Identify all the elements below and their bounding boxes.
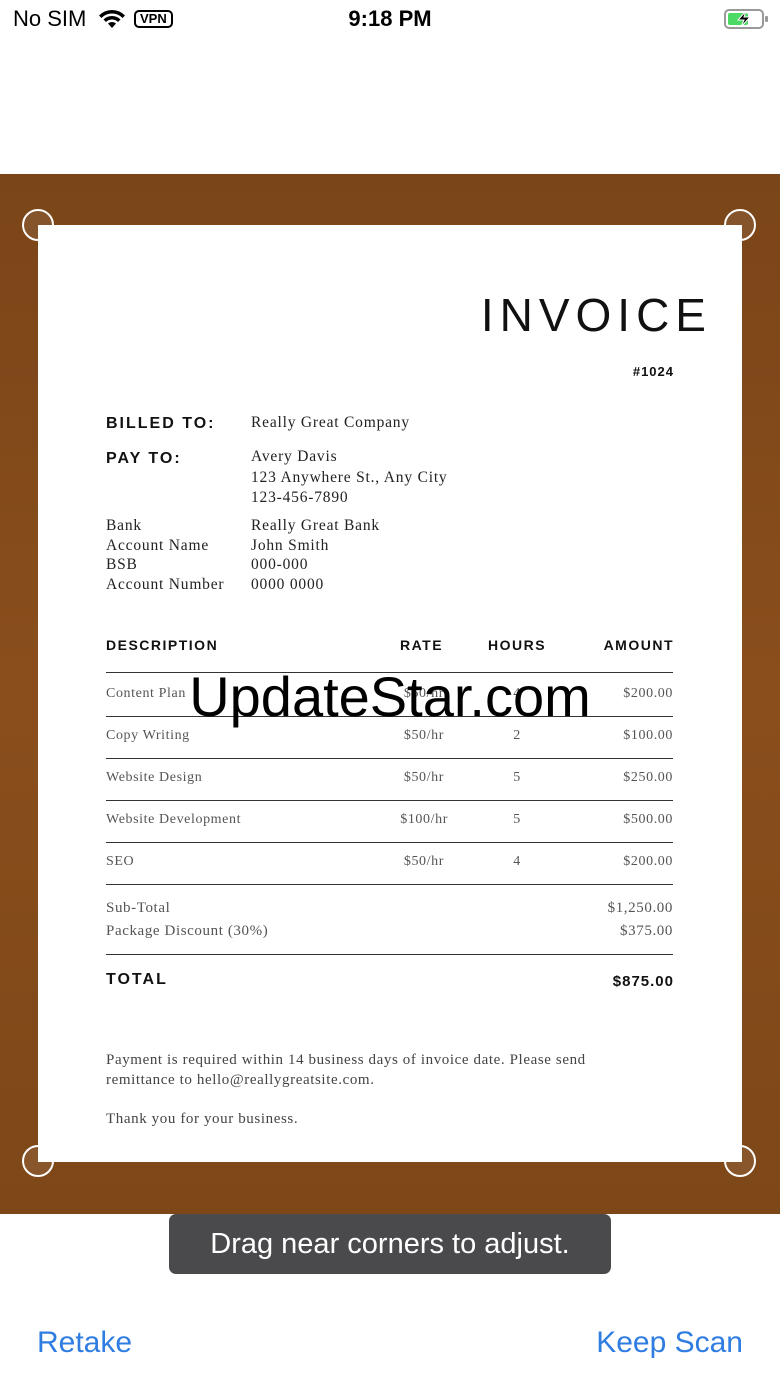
corner-handle-top-left[interactable]: [22, 209, 54, 241]
row-rate: $100/hr: [400, 812, 448, 827]
invoice-number: #1024: [632, 364, 674, 379]
row-hours: 2: [513, 728, 521, 743]
account-name-value: John Smith: [251, 537, 330, 554]
column-header-rate: RATE: [400, 637, 444, 653]
row-amount: $200.00: [623, 854, 673, 869]
payment-note-line1: Payment is required within 14 business d…: [106, 1052, 586, 1068]
row-rate: $50/hr: [403, 854, 444, 869]
row-description: Website Development: [106, 812, 242, 827]
column-header-amount: AMOUNT: [603, 637, 674, 653]
table-divider: [106, 758, 673, 759]
pay-to-phone: 123-456-7890: [251, 489, 349, 506]
row-amount: $500.00: [623, 812, 673, 827]
row-hours: 4: [513, 854, 521, 869]
status-time: 9:18 PM: [348, 6, 432, 31]
table-divider: [106, 842, 673, 843]
row-rate: $50/hr: [403, 728, 444, 743]
billed-to-label: BILLED TO:: [106, 415, 216, 432]
discount-value: $375.00: [620, 923, 673, 939]
table-divider: [106, 884, 673, 885]
battery-charging-icon: [724, 9, 768, 29]
subtotal-label: Sub-Total: [106, 900, 171, 916]
billed-to-value: Really Great Company: [251, 414, 410, 431]
adjust-hint-toast: Drag near corners to adjust.: [169, 1214, 611, 1274]
row-hours: 5: [513, 770, 521, 785]
bsb-label: BSB: [106, 556, 138, 573]
watermark: UpdateStar.com: [189, 665, 591, 728]
corner-handle-top-right[interactable]: [724, 209, 756, 241]
discount-label: Package Discount (30%): [106, 923, 269, 939]
retake-button[interactable]: Retake: [37, 1326, 132, 1360]
corner-handle-bottom-left[interactable]: [22, 1145, 54, 1177]
bank-value: Really Great Bank: [251, 517, 380, 534]
column-header-description: DESCRIPTION: [106, 637, 219, 653]
account-number-label: Account Number: [106, 576, 225, 593]
payment-note-line2: remittance to hello@reallygreatsite.com.: [106, 1072, 375, 1088]
pay-to-address: 123 Anywhere St., Any City: [251, 469, 448, 486]
account-number-value: 0000 0000: [251, 576, 325, 593]
account-name-label: Account Name: [106, 537, 209, 554]
row-amount: $100.00: [623, 728, 673, 743]
totals-divider: [106, 954, 673, 955]
thank-you-note: Thank you for your business.: [106, 1111, 299, 1127]
table-divider: [106, 800, 673, 801]
row-hours: 5: [513, 812, 521, 827]
row-description: Website Design: [106, 770, 203, 785]
row-rate: $50/hr: [403, 770, 444, 785]
status-bar: No SIM VPN 9:18 PM: [0, 0, 780, 44]
column-header-hours: HOURS: [488, 637, 547, 653]
bank-label: Bank: [106, 517, 142, 534]
row-description: SEO: [106, 854, 135, 869]
pay-to-name: Avery Davis: [251, 448, 338, 465]
total-value: $875.00: [612, 973, 674, 990]
corner-handle-bottom-right[interactable]: [724, 1145, 756, 1177]
row-description: Copy Writing: [106, 728, 190, 743]
row-amount: $250.00: [623, 770, 673, 785]
total-label: TOTAL: [106, 971, 168, 988]
invoice-title: INVOICE: [480, 289, 712, 341]
bsb-value: 000-000: [251, 556, 309, 573]
subtotal-value: $1,250.00: [607, 900, 673, 916]
keep-scan-button[interactable]: Keep Scan: [596, 1326, 743, 1360]
pay-to-label: PAY TO:: [106, 450, 182, 467]
